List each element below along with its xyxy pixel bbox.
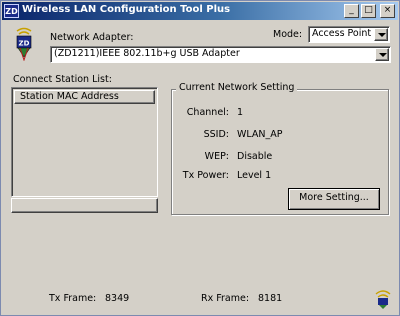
network-adapter-value: (ZD1211)IEEE 802.11b+g USB Adapter [54, 48, 240, 59]
channel-value: 1 [237, 107, 244, 118]
wep-label: WEP: [204, 151, 229, 162]
tx-power-label: Tx Power: [182, 170, 229, 181]
more-setting-button[interactable]: More Setting... [288, 188, 380, 210]
title-bar[interactable]: ZD Wireless LAN Configuration Tool Plus … [2, 2, 398, 20]
chevron-down-icon[interactable] [375, 48, 389, 61]
tx-power-value: Level 1 [237, 170, 272, 181]
ssid-value: WLAN_AP [237, 129, 283, 140]
tx-frame-value: 8349 [105, 293, 130, 304]
tx-frame-label: Tx Frame: [49, 293, 97, 304]
logo-text: ZD [19, 40, 30, 48]
minimize-button[interactable]: _ [344, 4, 359, 18]
station-list[interactable]: Station MAC Address [11, 87, 158, 197]
app-title-icon: ZD [4, 4, 19, 18]
rx-frame-label: Rx Frame: [201, 293, 250, 304]
horizontal-scrollbar[interactable] [11, 198, 158, 213]
channel-label: Channel: [186, 107, 229, 118]
maximize-button[interactable]: □ [361, 4, 376, 18]
network-adapter-label: Network Adapter: [50, 32, 134, 43]
chevron-down-icon[interactable] [374, 28, 388, 41]
rx-frame-value: 8181 [258, 293, 283, 304]
close-button[interactable]: × [380, 4, 395, 18]
ssid-label: SSID: [203, 129, 229, 140]
wireless-status-icon [375, 290, 391, 309]
window-title: Wireless LAN Configuration Tool Plus [22, 4, 231, 15]
wep-value: Disable [237, 151, 273, 162]
mode-select[interactable]: Access Point [308, 26, 390, 43]
app-window: ZD Wireless LAN Configuration Tool Plus … [0, 0, 400, 316]
column-header-station-mac[interactable]: Station MAC Address [14, 90, 155, 104]
network-adapter-select[interactable]: (ZD1211)IEEE 802.11b+g USB Adapter [50, 46, 391, 63]
connect-station-list-label: Connect Station List: [13, 74, 112, 85]
mode-label: Mode: [273, 29, 303, 40]
group-title: Current Network Setting [176, 82, 298, 93]
mode-select-value: Access Point [312, 28, 372, 39]
zd-logo-icon: ZD [16, 27, 32, 61]
